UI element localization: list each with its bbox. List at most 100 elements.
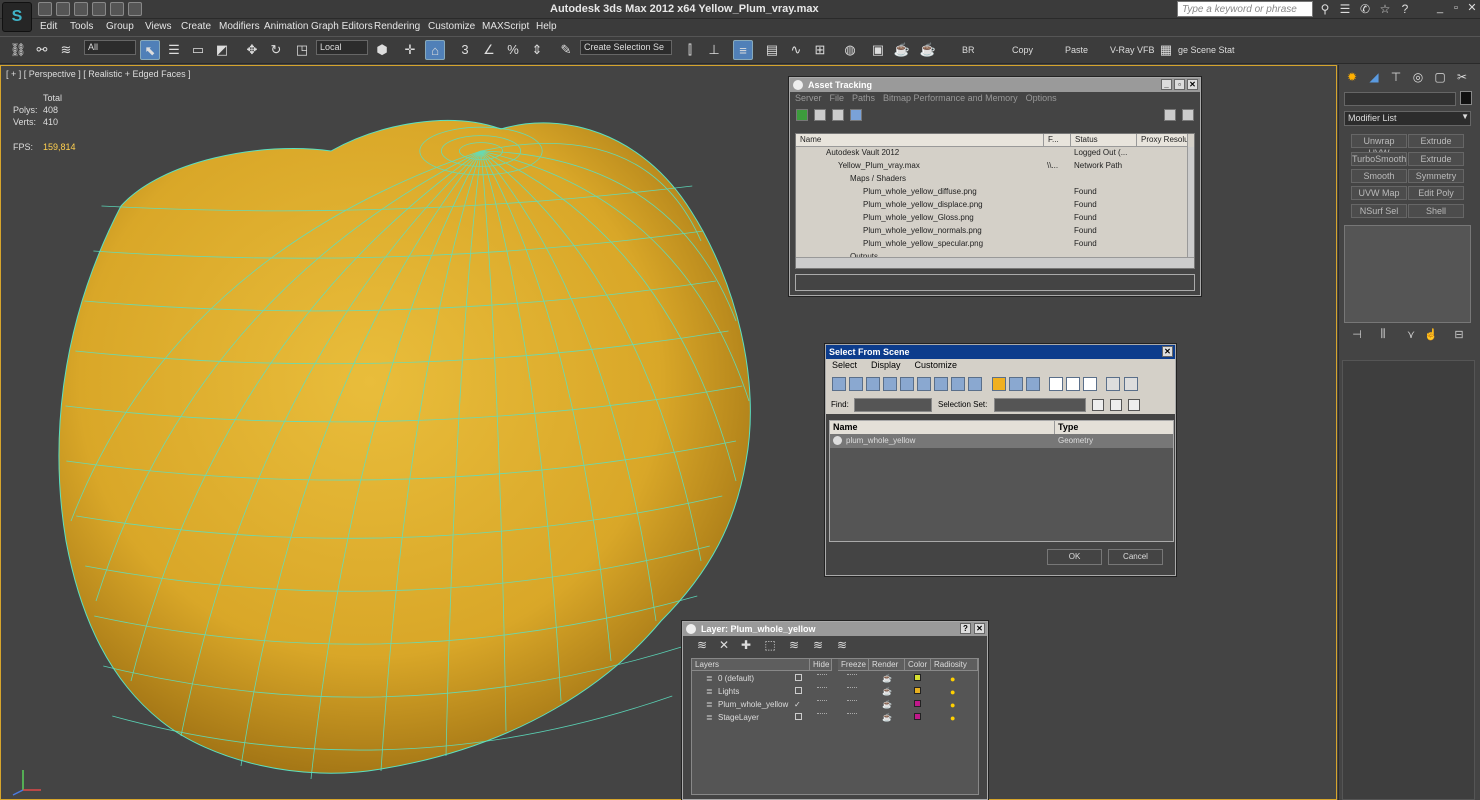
graphite-ribbon-icon[interactable]: ▤ [762, 40, 782, 60]
select-and-move-icon[interactable]: ✥ [242, 40, 262, 60]
scene-states-icon[interactable]: ▦ [1158, 40, 1174, 60]
menu-maxscript[interactable]: MAXScript [482, 21, 529, 32]
select-by-name-icon[interactable]: ☰ [164, 40, 184, 60]
column-layers[interactable]: Layers [692, 659, 810, 671]
menu-bitmap-performance[interactable]: Bitmap Performance and Memory [883, 93, 1018, 105]
align-icon[interactable]: ⊥ [704, 40, 724, 60]
edit-poly-button[interactable]: Edit Poly [1408, 186, 1464, 200]
select-highlighted-icon[interactable]: ⬚ [763, 638, 777, 652]
display-shapes-icon[interactable] [849, 377, 863, 391]
select-none-icon[interactable] [1066, 377, 1080, 391]
modifier-stack[interactable] [1344, 225, 1471, 323]
render-toggle-icon[interactable]: ☕ [882, 713, 892, 722]
hide-toggle[interactable] [817, 700, 827, 702]
close-icon[interactable]: ✕ [1464, 0, 1480, 16]
subscription-icon[interactable]: ☰ [1338, 2, 1352, 16]
column-proxy-resolution[interactable]: Proxy Resolu [1137, 134, 1188, 147]
column-full-path[interactable]: F... [1044, 134, 1071, 147]
asset-row[interactable]: Plum_whole_yellow_Gloss.png Found [796, 212, 1188, 225]
material-editor-icon[interactable]: ◍ [840, 40, 860, 60]
select-and-link-icon[interactable]: ⛓ [8, 40, 28, 60]
column-name[interactable]: Name [830, 421, 1055, 434]
menu-group[interactable]: Group [106, 21, 134, 32]
help-icon[interactable]: ? [1398, 2, 1412, 16]
select-object-icon[interactable]: ⬉ [140, 40, 160, 60]
close-icon[interactable]: ✕ [974, 623, 985, 634]
display-bones-icon[interactable] [968, 377, 982, 391]
layer-color-swatch[interactable] [914, 713, 921, 720]
hierarchy-tab-icon[interactable]: ⊤ [1387, 68, 1405, 86]
create-tab-icon[interactable]: ✹ [1343, 68, 1361, 86]
menu-edit[interactable]: Edit [40, 21, 57, 32]
freeze-unfreeze-all-icon[interactable]: ≋ [835, 638, 849, 652]
menu-views[interactable]: Views [145, 21, 172, 32]
modifier-list-dropdown[interactable]: Modifier List ▼ [1344, 111, 1471, 126]
display-helpers-icon[interactable] [900, 377, 914, 391]
viewport-label[interactable]: [ + ] [ Perspective ] [ Realistic + Edge… [6, 69, 191, 79]
menu-create[interactable]: Create [181, 21, 211, 32]
layer-manager-icon[interactable]: ≡ [733, 40, 753, 60]
highlight-selected-icon[interactable]: ≋ [787, 638, 801, 652]
display-lights-icon[interactable] [866, 377, 880, 391]
select-invert-icon[interactable] [1083, 377, 1097, 391]
favorites-star-icon[interactable]: ☆ [1378, 2, 1392, 16]
maximize-icon[interactable]: ▫ [1448, 0, 1464, 16]
highlight-icon[interactable] [1182, 109, 1194, 121]
uvw-map-button[interactable]: UVW Map [1351, 186, 1407, 200]
menu-help[interactable]: Help [536, 21, 557, 32]
minimize-icon[interactable]: _ [1432, 0, 1448, 16]
communication-center-icon[interactable]: ✆ [1358, 2, 1372, 16]
radiosity-bulb-icon[interactable]: ● [950, 700, 959, 710]
paste-button[interactable]: Paste [1065, 45, 1088, 55]
display-containers-icon[interactable] [992, 377, 1006, 391]
vertical-scrollbar[interactable] [1187, 147, 1194, 257]
column-type[interactable]: Type [1055, 421, 1173, 434]
schematic-view-icon[interactable]: ⊞ [810, 40, 830, 60]
smooth-button[interactable]: Smooth [1351, 169, 1407, 183]
display-xrefs-icon[interactable] [951, 377, 965, 391]
open-file-icon[interactable] [56, 2, 70, 16]
add-to-layer-icon[interactable]: ✚ [739, 638, 753, 652]
object-name-field[interactable] [1344, 92, 1456, 106]
selection-filter-dropdown[interactable]: All [84, 40, 136, 55]
modify-tab-icon[interactable]: ◢ [1365, 68, 1383, 86]
extrude-button-2[interactable]: Extrude [1408, 152, 1464, 166]
select-all-icon[interactable] [1049, 377, 1063, 391]
layer-row[interactable]: ≣ 0 (default) ☕ ● [692, 673, 978, 686]
remove-selection-set-icon[interactable] [1110, 399, 1122, 411]
new-file-icon[interactable] [38, 2, 52, 16]
layer-row[interactable]: ≣ Lights ☕ ● [692, 686, 978, 699]
hide-toggle[interactable] [817, 674, 827, 676]
freeze-toggle[interactable] [847, 674, 857, 676]
unwrap-uvw-button[interactable]: Unwrap UVW [1351, 134, 1407, 158]
list-view-icon[interactable] [814, 109, 826, 121]
unlink-icon[interactable]: ⚯ [32, 40, 52, 60]
current-layer-checkbox[interactable]: ✓ [794, 700, 801, 709]
display-cameras-icon[interactable] [883, 377, 897, 391]
column-radiosity[interactable]: Radiosity [931, 659, 978, 671]
shell-button[interactable]: Shell [1408, 204, 1464, 218]
selection-set-dropdown[interactable] [994, 398, 1086, 412]
current-layer-checkbox[interactable] [795, 713, 802, 720]
layer-row[interactable]: ≣ Plum_whole_yellow ✓ ☕ ● [692, 699, 978, 712]
nsurf-sel-button[interactable]: NSurf Sel [1351, 204, 1407, 218]
bind-space-warp-icon[interactable]: ≋ [56, 40, 76, 60]
select-dependents-icon[interactable] [1124, 377, 1138, 391]
menu-file[interactable]: File [830, 93, 845, 105]
display-geometry-icon[interactable] [832, 377, 846, 391]
project-folder-icon[interactable] [128, 2, 142, 16]
asset-row[interactable]: Plum_whole_yellow_normals.png Found [796, 225, 1188, 238]
save-file-icon[interactable] [74, 2, 88, 16]
render-toggle-icon[interactable]: ☕ [882, 674, 892, 683]
close-icon[interactable]: ✕ [1162, 346, 1173, 357]
render-production-icon[interactable]: ☕ [918, 40, 938, 60]
select-and-rotate-icon[interactable]: ↻ [266, 40, 286, 60]
select-from-scene-titlebar[interactable]: Select From Scene ✕ [826, 345, 1175, 359]
horizontal-scrollbar[interactable] [796, 257, 1194, 268]
freeze-toggle[interactable] [847, 700, 857, 702]
asset-row[interactable]: Plum_whole_yellow_specular.png Found [796, 238, 1188, 251]
create-layer-icon[interactable]: ≋ [695, 638, 709, 652]
ok-button[interactable]: OK [1047, 549, 1102, 565]
close-icon[interactable]: ✕ [1187, 79, 1198, 90]
scene-object-row[interactable]: plum_whole_yellow Geometry [830, 434, 1173, 448]
